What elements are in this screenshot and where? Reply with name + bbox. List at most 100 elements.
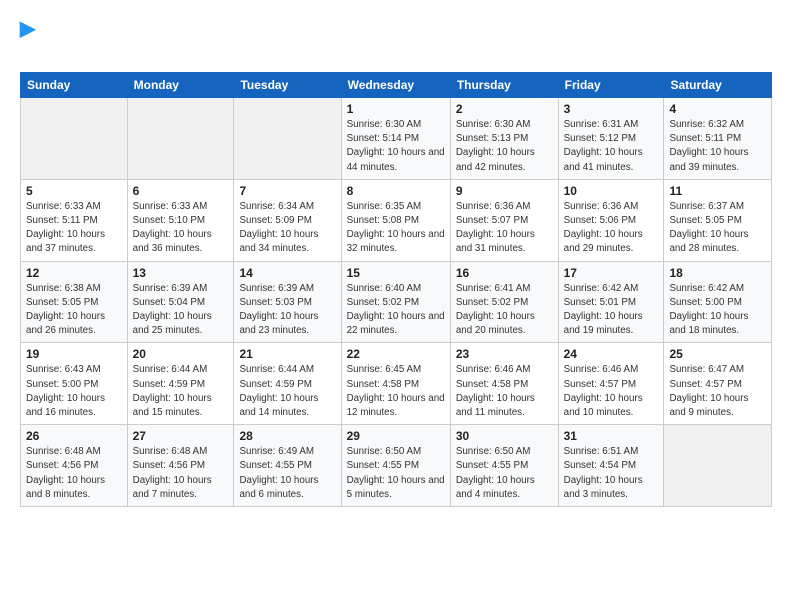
- week-row-2: 5Sunrise: 6:33 AM Sunset: 5:11 PM Daylig…: [21, 179, 772, 261]
- day-number: 26: [26, 429, 122, 443]
- day-number: 22: [347, 347, 445, 361]
- day-info: Sunrise: 6:42 AM Sunset: 5:01 PM Dayligh…: [564, 282, 659, 339]
- day-number: 30: [456, 429, 553, 443]
- day-number: 12: [26, 266, 122, 280]
- calendar-cell: [21, 98, 128, 180]
- day-info: Sunrise: 6:36 AM Sunset: 5:06 PM Dayligh…: [564, 200, 659, 257]
- calendar-cell: 1 Sunrise: 6:30 AM Sunset: 5:14 PM Daylig…: [341, 98, 450, 180]
- day-number: 4: [669, 102, 766, 116]
- day-number: 3: [564, 102, 659, 116]
- day-info: Sunrise: 6:36 AM Sunset: 5:07 PM Dayligh…: [456, 200, 553, 257]
- calendar-cell: 26 Sunrise: 6:48 AM Sunset: 4:56 PM Dayli…: [21, 425, 128, 507]
- day-info: Sunrise: 6:48 AM Sunset: 4:56 PM Dayligh…: [26, 445, 122, 502]
- calendar-cell: 27Sunrise: 6:48 AM Sunset: 4:56 PM Dayli…: [127, 425, 234, 507]
- week-row-1: 1 Sunrise: 6:30 AM Sunset: 5:14 PM Daylig…: [21, 98, 772, 180]
- calendar-cell: 23 Sunrise: 6:46 AM Sunset: 4:58 PM Dayli…: [450, 343, 558, 425]
- logo: ▶: [20, 16, 35, 64]
- day-info: Sunrise: 6:42 AM Sunset: 5:00 PM Dayligh…: [669, 282, 766, 339]
- day-number: 5: [26, 184, 122, 198]
- day-info: Sunrise: 6:30 AM Sunset: 5:14 PM Dayligh…: [347, 118, 445, 175]
- day-info: Sunrise: 6:33 AM Sunset: 5:10 PM Dayligh…: [133, 200, 229, 257]
- day-info: Sunrise: 6:35 AM Sunset: 5:08 PM Dayligh…: [347, 200, 445, 257]
- day-number: 7: [239, 184, 335, 198]
- header: ▶: [20, 16, 772, 64]
- calendar-cell: 12 Sunrise: 6:38 AM Sunset: 5:05 PM Dayli…: [21, 261, 128, 343]
- day-info: Sunrise: 6:30 AM Sunset: 5:13 PM Dayligh…: [456, 118, 553, 175]
- calendar-cell: [234, 98, 341, 180]
- calendar-cell: 3 Sunrise: 6:31 AM Sunset: 5:12 PM Daylig…: [558, 98, 664, 180]
- week-row-4: 19Sunrise: 6:43 AM Sunset: 5:00 PM Dayli…: [21, 343, 772, 425]
- calendar-cell: 30 Sunrise: 6:50 AM Sunset: 4:55 PM Dayli…: [450, 425, 558, 507]
- day-number: 19: [26, 347, 122, 361]
- day-number: 23: [456, 347, 553, 361]
- day-info: Sunrise: 6:44 AM Sunset: 4:59 PM Dayligh…: [133, 363, 229, 420]
- day-number: 9: [456, 184, 553, 198]
- day-number: 28: [239, 429, 335, 443]
- day-info: Sunrise: 6:50 AM Sunset: 4:55 PM Dayligh…: [347, 445, 445, 502]
- calendar-cell: 17 Sunrise: 6:42 AM Sunset: 5:01 PM Dayli…: [558, 261, 664, 343]
- day-number: 24: [564, 347, 659, 361]
- calendar-cell: 11 Sunrise: 6:37 AM Sunset: 5:05 PM Dayli…: [664, 179, 772, 261]
- calendar-cell: 18Sunrise: 6:42 AM Sunset: 5:00 PM Dayli…: [664, 261, 772, 343]
- day-number: 2: [456, 102, 553, 116]
- day-number: 20: [133, 347, 229, 361]
- day-number: 11: [669, 184, 766, 198]
- calendar-cell: 31 Sunrise: 6:51 AM Sunset: 4:54 PM Dayli…: [558, 425, 664, 507]
- day-info: Sunrise: 6:34 AM Sunset: 5:09 PM Dayligh…: [239, 200, 335, 257]
- day-info: Sunrise: 6:37 AM Sunset: 5:05 PM Dayligh…: [669, 200, 766, 257]
- calendar-cell: 10 Sunrise: 6:36 AM Sunset: 5:06 PM Dayli…: [558, 179, 664, 261]
- calendar-cell: 2 Sunrise: 6:30 AM Sunset: 5:13 PM Daylig…: [450, 98, 558, 180]
- calendar-cell: 13 Sunrise: 6:39 AM Sunset: 5:04 PM Dayli…: [127, 261, 234, 343]
- calendar-cell: 29Sunrise: 6:50 AM Sunset: 4:55 PM Dayli…: [341, 425, 450, 507]
- column-header-tuesday: Tuesday: [234, 73, 341, 98]
- calendar-cell: 9 Sunrise: 6:36 AM Sunset: 5:07 PM Daylig…: [450, 179, 558, 261]
- calendar-cell: 4 Sunrise: 6:32 AM Sunset: 5:11 PM Daylig…: [664, 98, 772, 180]
- day-info: Sunrise: 6:39 AM Sunset: 5:04 PM Dayligh…: [133, 282, 229, 339]
- day-number: 14: [239, 266, 335, 280]
- calendar-header-row: SundayMondayTuesdayWednesdayThursdayFrid…: [21, 73, 772, 98]
- day-info: Sunrise: 6:38 AM Sunset: 5:05 PM Dayligh…: [26, 282, 122, 339]
- calendar-cell: 24 Sunrise: 6:46 AM Sunset: 4:57 PM Dayli…: [558, 343, 664, 425]
- calendar-cell: 6Sunrise: 6:33 AM Sunset: 5:10 PM Daylig…: [127, 179, 234, 261]
- day-number: 25: [669, 347, 766, 361]
- day-info: Sunrise: 6:39 AM Sunset: 5:03 PM Dayligh…: [239, 282, 335, 339]
- day-number: 15: [347, 266, 445, 280]
- day-number: 1: [347, 102, 445, 116]
- column-header-wednesday: Wednesday: [341, 73, 450, 98]
- column-header-sunday: Sunday: [21, 73, 128, 98]
- column-header-thursday: Thursday: [450, 73, 558, 98]
- column-header-saturday: Saturday: [664, 73, 772, 98]
- day-info: Sunrise: 6:50 AM Sunset: 4:55 PM Dayligh…: [456, 445, 553, 502]
- day-info: Sunrise: 6:47 AM Sunset: 4:57 PM Dayligh…: [669, 363, 766, 420]
- day-number: 8: [347, 184, 445, 198]
- day-number: 16: [456, 266, 553, 280]
- calendar-cell: 25 Sunrise: 6:47 AM Sunset: 4:57 PM Dayli…: [664, 343, 772, 425]
- calendar-cell: 28 Sunrise: 6:49 AM Sunset: 4:55 PM Dayli…: [234, 425, 341, 507]
- day-info: Sunrise: 6:44 AM Sunset: 4:59 PM Dayligh…: [239, 363, 335, 420]
- calendar-cell: 15Sunrise: 6:40 AM Sunset: 5:02 PM Dayli…: [341, 261, 450, 343]
- week-row-5: 26 Sunrise: 6:48 AM Sunset: 4:56 PM Dayli…: [21, 425, 772, 507]
- calendar-cell: 5Sunrise: 6:33 AM Sunset: 5:11 PM Daylig…: [21, 179, 128, 261]
- calendar-cell: 8 Sunrise: 6:35 AM Sunset: 5:08 PM Daylig…: [341, 179, 450, 261]
- calendar-cell: 21 Sunrise: 6:44 AM Sunset: 4:59 PM Dayli…: [234, 343, 341, 425]
- day-info: Sunrise: 6:51 AM Sunset: 4:54 PM Dayligh…: [564, 445, 659, 502]
- week-row-3: 12 Sunrise: 6:38 AM Sunset: 5:05 PM Dayli…: [21, 261, 772, 343]
- day-info: Sunrise: 6:31 AM Sunset: 5:12 PM Dayligh…: [564, 118, 659, 175]
- calendar-cell: [664, 425, 772, 507]
- day-number: 13: [133, 266, 229, 280]
- column-header-friday: Friday: [558, 73, 664, 98]
- day-info: Sunrise: 6:46 AM Sunset: 4:57 PM Dayligh…: [564, 363, 659, 420]
- day-info: Sunrise: 6:41 AM Sunset: 5:02 PM Dayligh…: [456, 282, 553, 339]
- calendar-cell: [127, 98, 234, 180]
- day-number: 17: [564, 266, 659, 280]
- logo-bird-icon: ▶: [20, 18, 35, 40]
- day-info: Sunrise: 6:46 AM Sunset: 4:58 PM Dayligh…: [456, 363, 553, 420]
- day-number: 10: [564, 184, 659, 198]
- calendar-cell: 14 Sunrise: 6:39 AM Sunset: 5:03 PM Dayli…: [234, 261, 341, 343]
- day-number: 31: [564, 429, 659, 443]
- day-info: Sunrise: 6:49 AM Sunset: 4:55 PM Dayligh…: [239, 445, 335, 502]
- day-number: 21: [239, 347, 335, 361]
- calendar: SundayMondayTuesdayWednesdayThursdayFrid…: [20, 72, 772, 507]
- calendar-cell: 16 Sunrise: 6:41 AM Sunset: 5:02 PM Dayli…: [450, 261, 558, 343]
- day-info: Sunrise: 6:32 AM Sunset: 5:11 PM Dayligh…: [669, 118, 766, 175]
